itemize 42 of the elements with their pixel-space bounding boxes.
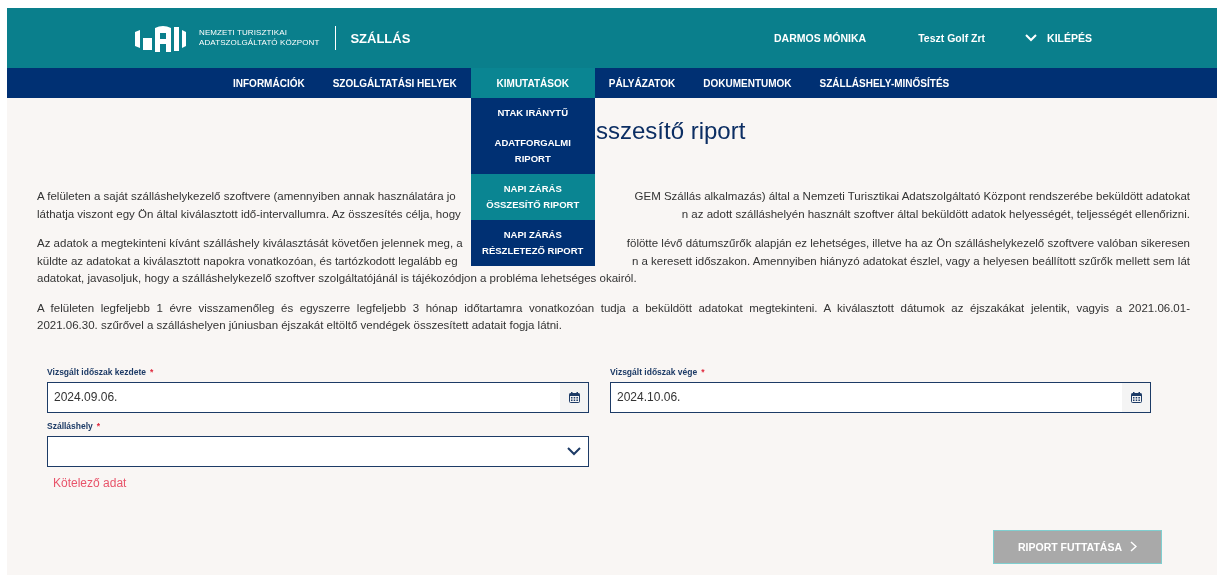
field-label: Szálláshely [47, 420, 93, 431]
required-mark: * [701, 366, 705, 377]
calendar-icon[interactable] [560, 382, 588, 412]
body-text: 2021.06.30. szűrővel a szálláshelyen júniusban éjszakát eltöltő vendégek összesített adatait fogja látni. [37, 318, 563, 333]
nav-tab[interactable]: PÁLYÁZATOK [594, 68, 690, 98]
app-name: SZÁLLÁS [350, 30, 411, 46]
nav-tab[interactable]: DOKUMENTUMOK [689, 68, 806, 98]
user-name: DARMOS MÓNIKA [774, 32, 867, 44]
field-label: Vizsgált időszak kezdete [47, 366, 147, 377]
error-message: Kötelező adat [53, 475, 128, 490]
logout-link[interactable]: KILÉPÉS [1047, 32, 1092, 44]
menu-item[interactable]: NAPI ZÁRÁS ÖSSZESÍTŐ RIPORT [470, 174, 595, 220]
organization-name: NEMZETI TURISZTIKAI ADATSZOLGÁLTATÓ KÖZPONT [199, 28, 320, 48]
body-text: A felületen a saját szálláshelykezelő szoftvere (amennyiben annak használatára jo [37, 189, 456, 204]
body-text: küldte az adatokat a kiválasztott napokra vonatkozóan, és tartózkodott legalább eg [37, 253, 458, 269]
select-field[interactable] [47, 435, 589, 467]
calendar-icon[interactable] [1122, 382, 1150, 412]
chevron-right-icon [1130, 541, 1137, 552]
body-text: n a keresett időszakon. Amennyiben hiányzó adatokat észlel, vagy a helyesen beállított szűrők mellett sem lát [631, 253, 1190, 269]
date-field[interactable]: 2024.10.06. [610, 381, 1151, 413]
menu-item[interactable]: NAPI ZÁRÁS RÉSZLETEZŐ RIPORT [470, 220, 595, 266]
organization-selector[interactable]: Teszt Golf Zrt [918, 32, 986, 44]
body-text: adatokat, javasoljuk, hogy a szálláshelykezelő szoftver szolgáltatójánál is tájékozódjon a probléma lehetséges okairól. [37, 271, 638, 286]
field-label: Vizsgált időszak vége [610, 366, 698, 377]
chevron-down-icon[interactable] [1025, 34, 1038, 42]
required-mark: * [150, 366, 154, 377]
body-text: fölötte lévő dátumszűrők alapján ez lehetséges, illetve ha az Ön szálláshelykezelő szoftvere valóban sikeresen [626, 236, 1190, 251]
body-text: n az adott szálláshelyén használt szoftver által beküldött adatok helyességét, teljességét ellenőrizni. [681, 206, 1190, 222]
nav-tab[interactable]: SZOLGÁLTATÁSI HELYEK [318, 68, 471, 98]
nav-tab[interactable]: KIMUTATÁSOK [470, 68, 595, 98]
menu-item[interactable]: ADATFORGALMI RIPORT [470, 128, 595, 174]
body-text: GEM Szállás alkalmazás) által a Nemzeti Turisztikai Adatszolgáltató Központ rendszerébe beküldött adatokat [634, 189, 1190, 204]
body-text: A felületen legfeljebb 1 évre visszamenőleg és egyszerre legfeljebb 3 hónap időtartamra vonatkozóan tudja a beküldött adatokat megtekinteni. A kiválasztott dátumok az éjszakákat jelentik, vagyis a 2021.06.01- [37, 300, 1190, 316]
logo-icon [133, 24, 187, 52]
body-text: Az adatok a megtekinteni kívánt szálláshely kiválasztását követően jelennek meg, a [37, 236, 463, 251]
body-text: láthatja viszont egy Ön által kiválasztott idő-intervallumra. Az összesítés célja, hogy [37, 206, 461, 222]
date-field[interactable]: 2024.09.06. [47, 381, 589, 413]
nav-tab[interactable]: SZÁLLÁSHELY-MINŐSÍTÉS [805, 68, 964, 98]
menu-item[interactable]: NTAK IRÁNYTŰ [470, 98, 595, 128]
required-mark: * [96, 420, 101, 431]
page-title: sszesítő riport [596, 116, 746, 146]
nav-tab[interactable]: INFORMÁCIÓK [219, 68, 319, 98]
